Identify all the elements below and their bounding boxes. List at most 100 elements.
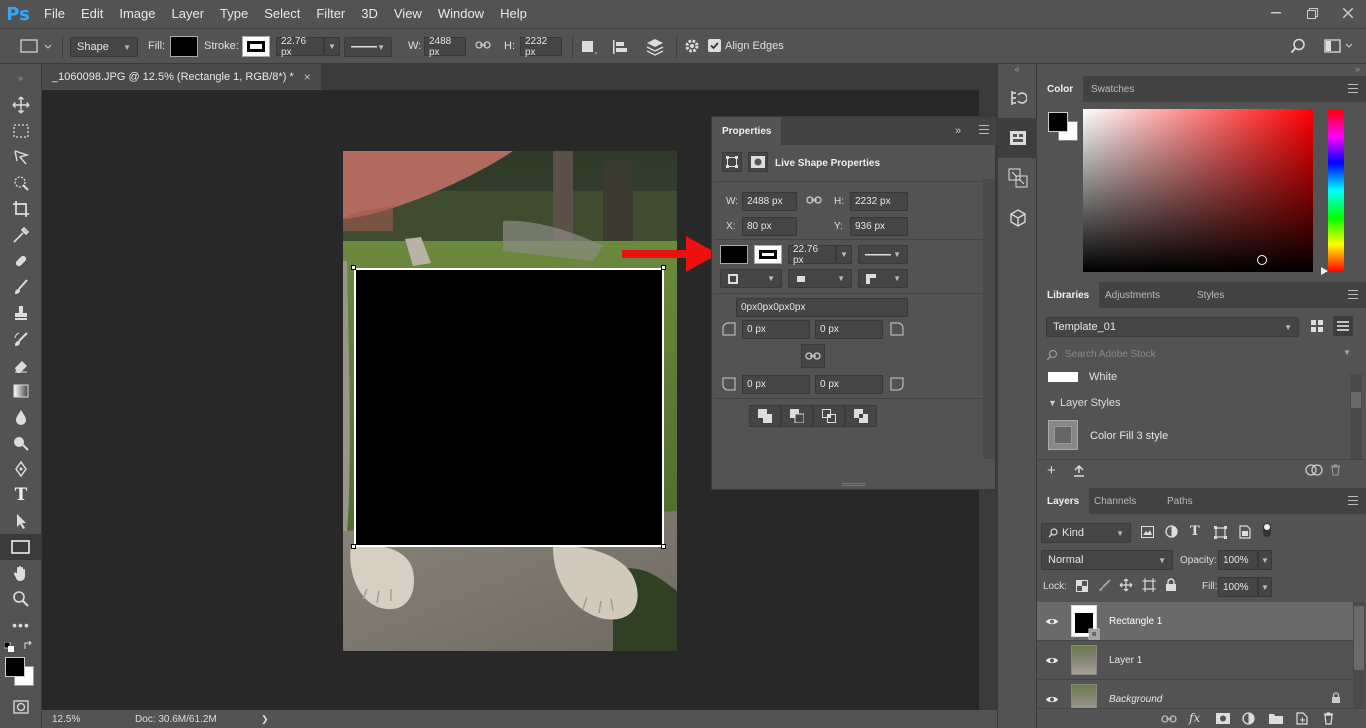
crop-tool-icon[interactable]: [0, 196, 42, 222]
tab-styles[interactable]: Styles: [1187, 282, 1234, 308]
stroke-align-select[interactable]: ▼: [720, 269, 782, 288]
filter-adjustment-layers-icon[interactable]: [1165, 525, 1178, 538]
path-operations-icon[interactable]: [580, 39, 598, 55]
layer-name[interactable]: Background: [1109, 694, 1162, 705]
rectangle-shape-layer[interactable]: [354, 268, 664, 547]
corner-bottom-right-field[interactable]: 0 px: [815, 375, 883, 394]
rectangle-tool-preset-icon[interactable]: [20, 38, 54, 54]
collapse-toolbar-icon[interactable]: »: [0, 64, 41, 92]
corner-link-icon[interactable]: [801, 344, 825, 368]
move-tool-icon[interactable]: [0, 92, 42, 118]
tab-channels[interactable]: Channels: [1084, 488, 1146, 514]
tool-mode-select[interactable]: Shape ▼: [70, 37, 138, 57]
tab-swatches[interactable]: Swatches: [1081, 76, 1144, 102]
new-layer-icon[interactable]: [1296, 712, 1308, 725]
tab-paths[interactable]: Paths: [1157, 488, 1203, 514]
type-tool-icon[interactable]: T: [0, 482, 42, 508]
layer-row-background[interactable]: Background: [1037, 680, 1353, 708]
menu-select[interactable]: Select: [256, 0, 308, 28]
stroke-width-dropdown[interactable]: ▼: [324, 37, 340, 56]
stock-search-input[interactable]: Search Adobe Stock: [1065, 349, 1156, 360]
3d-panel-icon[interactable]: [998, 198, 1038, 238]
collapse-dock-icon[interactable]: «: [998, 64, 1036, 78]
props-y-field[interactable]: 936 px: [850, 217, 908, 236]
props-stroke-type-select[interactable]: ▼: [858, 245, 908, 264]
transform-handle-bottom-right[interactable]: [661, 544, 666, 549]
new-group-icon[interactable]: [1269, 713, 1283, 724]
gradient-tool-icon[interactable]: [0, 378, 42, 404]
eyedropper-tool-icon[interactable]: [0, 222, 42, 248]
layers-scrollbar[interactable]: [1353, 602, 1365, 708]
menu-view[interactable]: View: [386, 0, 430, 28]
clone-stamp-tool-icon[interactable]: [0, 300, 42, 326]
lock-image-pixels-icon[interactable]: [1098, 579, 1111, 592]
combine-shapes-icon[interactable]: [749, 405, 781, 427]
menu-file[interactable]: File: [36, 0, 73, 28]
visibility-eye-icon[interactable]: [1037, 617, 1067, 626]
opacity-dropdown[interactable]: ▼: [1258, 550, 1272, 570]
color-panel-menu-icon[interactable]: [1348, 84, 1358, 93]
transform-handle-bottom-left[interactable]: [351, 544, 356, 549]
filter-type-layers-icon[interactable]: T: [1190, 524, 1200, 539]
history-panel-icon[interactable]: [998, 78, 1038, 118]
brush-tool-icon[interactable]: [0, 274, 42, 300]
lock-transparent-pixels-icon[interactable]: [1076, 580, 1088, 592]
props-link-icon[interactable]: [806, 195, 822, 205]
menu-3d[interactable]: 3D: [353, 0, 386, 28]
props-stroke-width-dropdown[interactable]: ▼: [836, 245, 852, 264]
filter-shape-layers-icon[interactable]: [1214, 526, 1227, 539]
path-selection-tool-icon[interactable]: [0, 508, 42, 534]
layers-panel-menu-icon[interactable]: [1348, 496, 1358, 505]
lasso-tool-icon[interactable]: [0, 144, 42, 170]
add-mask-icon[interactable]: [1216, 713, 1230, 724]
stroke-width-field[interactable]: 22.76 px: [276, 36, 324, 58]
menu-window[interactable]: Window: [430, 0, 492, 28]
collapse-panel-icon[interactable]: »: [955, 125, 961, 137]
fill-swatch[interactable]: [170, 36, 198, 57]
filter-smart-objects-icon[interactable]: [1239, 525, 1251, 539]
color-foreground-swatch[interactable]: [1048, 112, 1068, 132]
corner-radius-all-field[interactable]: 0px0px0px0px: [736, 298, 908, 317]
tab-layers[interactable]: Layers: [1037, 488, 1090, 514]
align-edges-checkbox[interactable]: [708, 39, 721, 52]
library-select[interactable]: Template_01 ▼: [1046, 317, 1299, 337]
menu-filter[interactable]: Filter: [308, 0, 353, 28]
document-tab[interactable]: _1060098.JPG @ 12.5% (Rectangle 1, RGB/8…: [42, 64, 321, 90]
path-alignment-icon[interactable]: [612, 39, 630, 55]
props-stroke-width-field[interactable]: 22.76 px: [788, 244, 836, 266]
filter-pixel-layers-icon[interactable]: [1141, 526, 1154, 538]
history-brush-tool-icon[interactable]: [0, 326, 42, 352]
search-source-dropdown-icon[interactable]: ▼: [1343, 348, 1351, 357]
color-saturation-field[interactable]: [1083, 109, 1313, 272]
close-tab-icon[interactable]: ×: [304, 70, 311, 84]
visibility-eye-icon[interactable]: [1037, 695, 1067, 704]
default-colors-icon[interactable]: [4, 642, 14, 652]
link-icon[interactable]: [475, 40, 491, 50]
stroke-type-select[interactable]: ▼: [344, 37, 392, 57]
quick-mask-icon[interactable]: [0, 694, 42, 720]
menu-type[interactable]: Type: [212, 0, 256, 28]
props-x-field[interactable]: 80 px: [742, 217, 797, 236]
menu-image[interactable]: Image: [111, 0, 163, 28]
menu-help[interactable]: Help: [492, 0, 535, 28]
lock-position-icon[interactable]: [1119, 578, 1133, 592]
properties-panel-icon[interactable]: [998, 118, 1038, 158]
tab-adjustments[interactable]: Adjustments: [1095, 282, 1170, 308]
opacity-field[interactable]: 100%: [1218, 550, 1258, 570]
more-tools-icon[interactable]: •••: [0, 612, 42, 638]
layer-styles-expand-icon[interactable]: ▼: [1048, 398, 1057, 408]
layer-row-rectangle-1[interactable]: Rectangle 1: [1037, 602, 1353, 641]
exclude-overlap-icon[interactable]: [845, 405, 877, 427]
upload-icon[interactable]: [1073, 465, 1085, 477]
fill-opacity-dropdown[interactable]: ▼: [1258, 577, 1272, 597]
stroke-swatch[interactable]: [242, 36, 270, 57]
blend-mode-select[interactable]: Normal ▼: [1041, 550, 1173, 570]
tab-color[interactable]: Color: [1037, 76, 1084, 102]
intersect-shapes-icon[interactable]: [813, 405, 845, 427]
menu-edit[interactable]: Edit: [73, 0, 111, 28]
close-icon[interactable]: [1330, 0, 1366, 26]
library-item-color-fill-style[interactable]: Color Fill 3 style: [1090, 430, 1168, 442]
corner-top-right-field[interactable]: 0 px: [815, 320, 883, 339]
live-shape-transform-icon[interactable]: [722, 152, 742, 172]
panel-resize-grip[interactable]: [842, 483, 866, 486]
